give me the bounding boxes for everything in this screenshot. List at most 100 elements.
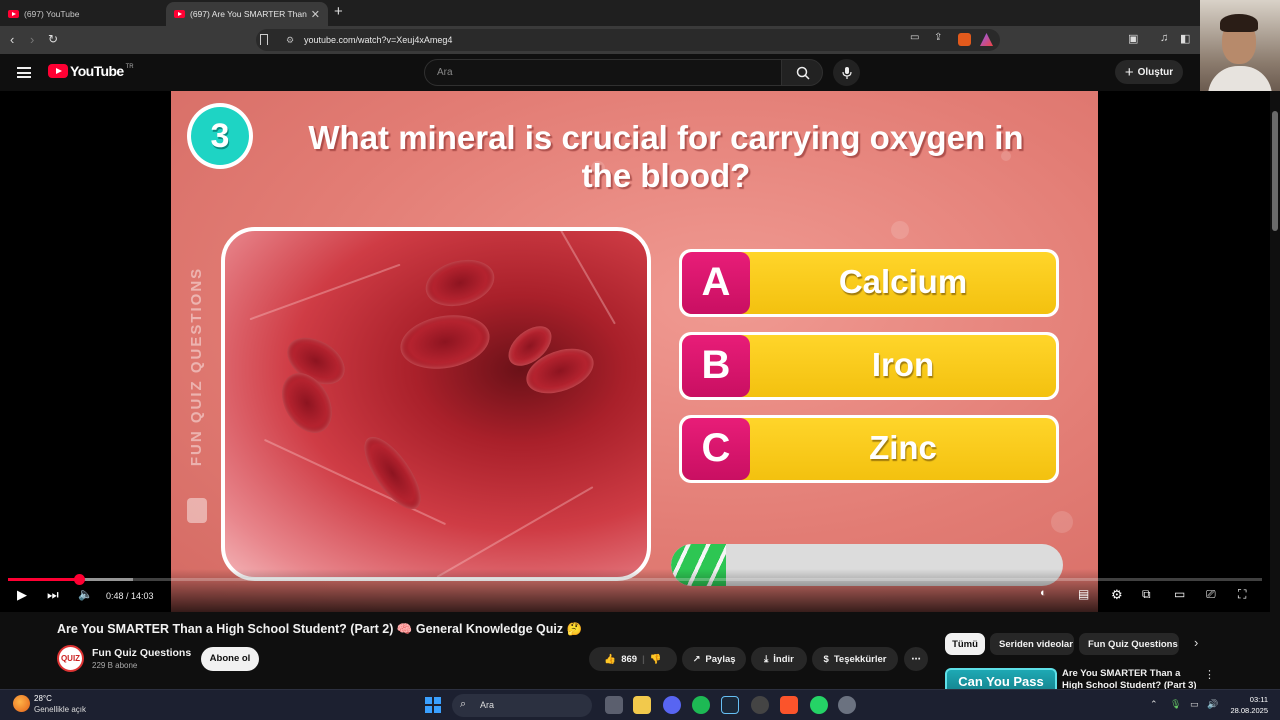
autoplay-toggle-icon[interactable]: ◐ [1040,587,1047,599]
vessel-streak [263,438,447,526]
tab-youtube-home[interactable]: (697) YouTube [0,2,165,26]
temperature[interactable]: 28°C [34,694,52,703]
whatsapp-icon[interactable] [810,696,828,714]
progress-bar[interactable] [8,574,1262,585]
youtube-header: YouTube TR Ara + Oluştur [0,54,1280,92]
windows-start-icon[interactable] [425,697,441,713]
subtitles-icon[interactable]: ▤ [1078,587,1089,601]
theater-mode-icon[interactable]: ▭ [1174,587,1185,601]
weather-icon[interactable] [13,695,30,712]
reload-button[interactable]: ↻ [48,32,58,46]
chip-channel[interactable]: Fun Quiz Questions aracından [1079,633,1179,655]
weather-description[interactable]: Genellikle açık [34,705,86,714]
chevron-right-icon[interactable]: › [1194,635,1198,650]
steam-icon[interactable] [721,696,739,714]
chip-series[interactable]: Seriden videolar [990,633,1074,655]
download-button[interactable]: ⤓ İndir [751,647,807,671]
spotify-icon[interactable] [692,696,710,714]
taskbar-search[interactable]: ⌕ Ara [452,694,592,717]
recommended-title[interactable]: Are You SMARTER Than a High School Stude… [1062,668,1202,690]
question-text: What mineral is crucial for carrying oxy… [308,119,1024,194]
video-title: Are You SMARTER Than a High School Stude… [57,622,583,636]
app-icon[interactable] [751,696,769,714]
cast-icon[interactable]: ▭ [910,32,919,43]
task-view-icon[interactable] [605,696,623,714]
like-count[interactable]: 869 [621,654,637,665]
video-frame[interactable]: 3 What mineral is crucial for carrying o… [171,91,1098,612]
logo-text: YouTube [70,63,124,79]
menu-icon[interactable] [17,67,31,78]
more-actions-button[interactable]: ⋯ [904,647,928,671]
youtube-logo[interactable]: YouTube TR [48,63,134,79]
brave-shield-icon[interactable] [958,33,971,46]
bookmark-icon[interactable] [260,34,268,45]
download-icon: ⤓ [764,653,769,665]
answer-option-b: B Iron [679,332,1059,400]
windows-taskbar: 28°C Genellikle açık ⌕ Ara ⌃ 🎙 ▭ 🔊 03:11… [0,689,1280,720]
sidebar-toggle-icon[interactable]: ▣ [1128,32,1138,45]
subscriber-count: 229 B abone [92,661,138,670]
channel-name[interactable]: Fun Quiz Questions [92,647,191,659]
recommended-thumbnail[interactable]: Can You Pass [945,668,1057,690]
microphone-icon [842,67,852,79]
share-label: Paylaş [705,653,736,665]
forward-button[interactable]: › [30,32,34,47]
search-icon [796,66,810,80]
microphone-icon[interactable]: 🎙 [1170,699,1181,710]
vessel-streak [436,486,594,577]
thanks-button[interactable]: $ Teşekkürler [812,647,898,671]
close-tab-icon[interactable]: ✕ [311,8,320,21]
dislike-icon[interactable]: 👎 [650,654,662,665]
volume-icon[interactable]: 🔊 [1207,699,1218,710]
new-tab-button[interactable]: + [334,3,343,20]
site-settings-icon[interactable]: ⚙ [286,35,294,46]
chip-all[interactable]: Tümü [945,633,985,655]
search-input[interactable]: Ara [424,59,782,86]
fullscreen-icon[interactable]: ⛶ [1238,587,1246,602]
cast-icon[interactable]: ⎚ [1206,587,1216,602]
scrollbar-thumb[interactable] [1272,111,1278,231]
show-hidden-icons-icon[interactable]: ⌃ [1150,699,1158,710]
back-button[interactable]: ‹ [10,32,14,47]
tab-label: (697) YouTube [24,9,80,19]
browser-tab-bar: (697) YouTube (697) Are You SMARTER Than… [0,0,1280,26]
answer-text: Zinc [869,429,937,466]
tab-current-video[interactable]: (697) Are You SMARTER Than a ✕ [166,2,328,26]
recommended-menu-icon[interactable]: ⋮ [1204,668,1215,681]
video-player[interactable]: 3 What mineral is crucial for carrying o… [0,91,1270,612]
share-icon[interactable]: ⇪ [934,32,942,43]
side-watermark-text: FUN QUIZ QUESTIONS [188,266,206,466]
media-icon[interactable]: ♫ [1160,32,1168,44]
share-button[interactable]: ↗ Paylaş [682,647,746,671]
youtube-favicon-icon [174,10,185,18]
page-scrollbar[interactable] [1270,91,1280,691]
brave-browser-icon[interactable] [780,696,798,714]
play-icon[interactable]: ▶ [17,587,27,603]
more-icon: ⋯ [911,653,921,665]
system-clock[interactable]: 03:11 28.08.2025 [1226,694,1268,716]
share-icon: ↗ [692,653,701,665]
like-icon[interactable]: 👍 [604,654,616,665]
file-explorer-icon[interactable] [633,696,651,714]
red-blood-cell [420,252,500,314]
youtube-play-icon [48,64,68,78]
volume-icon[interactable]: 🔈 [78,587,93,601]
webcam-person-hair [1220,14,1258,32]
network-icon[interactable]: ▭ [1190,699,1199,710]
panel-icon[interactable]: ◧ [1180,32,1190,45]
subscribe-button[interactable]: Abone ol [201,647,259,671]
channel-avatar[interactable]: QUIZ [57,645,84,672]
like-dislike-group: 👍 869 | 👎 [589,647,677,671]
address-bar[interactable]: youtube.com/watch?v=Xeuj4xAmeg4 [256,29,1000,51]
search-button[interactable] [781,59,823,86]
miniplayer-icon[interactable]: ⧉ [1142,587,1151,602]
discord-icon[interactable] [663,696,681,714]
settings-gear-icon[interactable] [838,696,856,714]
time-display: 0:48 / 14:03 [106,591,154,601]
settings-gear-icon[interactable]: ⚙ [1111,587,1123,603]
url-text: youtube.com/watch?v=Xeuj4xAmeg4 [304,35,453,45]
create-button[interactable]: + Oluştur [1115,60,1183,84]
voice-search-button[interactable] [833,59,860,86]
clock-time: 03:11 [1249,695,1268,704]
next-video-icon[interactable]: ⏭ [47,587,59,603]
